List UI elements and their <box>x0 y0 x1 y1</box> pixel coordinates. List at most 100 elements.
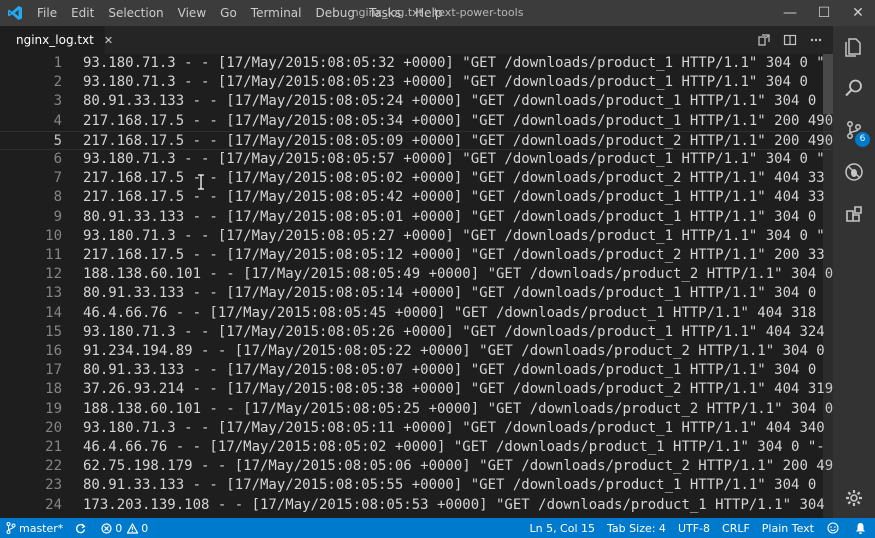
line-text: 217.168.17.5 - - [17/May/2015:08:05:09 +… <box>83 132 833 149</box>
line-text: 46.4.66.76 - - [17/May/2015:08:05:02 +00… <box>83 439 825 455</box>
menu-terminal[interactable]: Terminal <box>244 0 309 26</box>
editor-line[interactable]: 24 173.203.139.108 - - [17/May/2015:08:05… <box>0 496 833 515</box>
bell-icon <box>856 523 865 534</box>
tab-nginx-log[interactable]: nginx_log.txt ✕ <box>0 26 113 54</box>
line-number: 1 <box>53 55 62 71</box>
open-changes-icon[interactable] <box>751 26 777 54</box>
editor-line[interactable]: 12 188.138.60.101 - - [17/May/2015:08:05:… <box>0 265 833 284</box>
editor-line[interactable]: 11 217.168.17.5 - - [17/May/2015:08:05:12… <box>0 246 833 265</box>
line-text: 93.180.71.3 - - [17/May/2015:08:05:27 +0… <box>83 227 825 244</box>
encoding[interactable]: UTF-8 <box>672 518 716 538</box>
line-text: 173.203.139.108 - - [17/May/2015:08:05:5… <box>83 496 825 513</box>
editor-line[interactable]: 17 80.91.33.133 - - [17/May/2015:08:05:07… <box>0 361 833 380</box>
status-bar: master* 0 0 Ln 5, Col 15 Tab Size: 4 UTF… <box>0 518 875 538</box>
branch-indicator[interactable]: master* <box>0 518 69 538</box>
line-number: 22 <box>45 458 62 475</box>
menu-file[interactable]: File <box>30 0 64 26</box>
editor-line[interactable]: 15 93.180.71.3 - - [17/May/2015:08:05:26 … <box>0 323 833 342</box>
vscode-logo-icon <box>0 0 30 26</box>
line-number: 18 <box>45 381 62 398</box>
line-text: 93.180.71.3 - - [17/May/2015:08:05:32 +0… <box>83 55 825 71</box>
editor-actions <box>751 26 829 54</box>
split-editor-icon[interactable] <box>777 26 803 54</box>
editor-line[interactable]: 19 188.138.60.101 - - [17/May/2015:08:05:… <box>0 400 833 419</box>
line-number: 5 <box>53 132 62 149</box>
editor-line[interactable]: 13 80.91.33.133 - - [17/May/2015:08:05:14… <box>0 284 833 303</box>
sync-icon <box>76 523 86 533</box>
menu-tasks[interactable]: Tasks <box>362 0 408 26</box>
menu-selection[interactable]: Selection <box>101 0 170 26</box>
problems-indicator[interactable]: 0 0 <box>95 518 154 538</box>
line-text: 217.168.17.5 - - [17/May/2015:08:05:12 +… <box>83 247 825 263</box>
line-number: 3 <box>53 93 62 110</box>
tab-close-icon[interactable]: ✕ <box>104 34 113 47</box>
close-window-button[interactable]: ✕ <box>841 0 875 26</box>
end-of-line[interactable]: CRLF <box>716 518 756 538</box>
explorer-icon[interactable] <box>833 26 875 66</box>
editor-line[interactable]: 9 80.91.33.133 - - [17/May/2015:08:05:01 … <box>0 208 833 227</box>
editor-line[interactable]: 16 91.234.194.89 - - [17/May/2015:08:05:2… <box>0 342 833 361</box>
editor-line[interactable]: 1 93.180.71.3 - - [17/May/2015:08:05:32 +… <box>0 54 833 73</box>
editor-line[interactable]: 23 80.91.33.133 - - [17/May/2015:08:05:55… <box>0 476 833 495</box>
warning-icon <box>127 522 139 534</box>
line-text: 217.168.17.5 - - [17/May/2015:08:05:02 +… <box>83 170 825 187</box>
editor-line[interactable]: 7 217.168.17.5 - - [17/May/2015:08:05:02 … <box>0 169 833 188</box>
line-text: 62.75.198.179 - - [17/May/2015:08:05:06 … <box>83 458 833 475</box>
editor-line[interactable]: 21 46.4.66.76 - - [17/May/2015:08:05:02 +… <box>0 438 833 457</box>
scm-badge: 6 <box>855 132 870 147</box>
settings-gear-icon[interactable] <box>833 478 875 518</box>
line-number: 6 <box>53 151 62 167</box>
language-mode[interactable]: Plain Text <box>756 518 820 538</box>
sync-button[interactable] <box>69 518 95 538</box>
vertical-scrollbar[interactable] <box>823 54 833 518</box>
editor-line[interactable]: 5 217.168.17.5 - - [17/May/2015:08:05:09 … <box>0 130 833 150</box>
text-editor[interactable]: 1 93.180.71.3 - - [17/May/2015:08:05:32 +… <box>0 54 833 518</box>
search-icon[interactable] <box>833 68 875 108</box>
feedback-button[interactable] <box>820 518 849 538</box>
menu-help[interactable]: Help <box>408 0 449 26</box>
line-number: 21 <box>45 439 62 455</box>
more-actions-icon[interactable] <box>803 26 829 54</box>
warning-count: 0 <box>141 521 149 535</box>
editor-line[interactable]: 14 46.4.66.76 - - [17/May/2015:08:05:45 +… <box>0 304 833 323</box>
editor-line[interactable]: 8 217.168.17.5 - - [17/May/2015:08:05:42 … <box>0 188 833 207</box>
menu-bar: File Edit Selection View Go Terminal Deb… <box>30 0 449 26</box>
menu-edit[interactable]: Edit <box>64 0 101 26</box>
editor-line[interactable]: 10 93.180.71.3 - - [17/May/2015:08:05:27 … <box>0 227 833 246</box>
line-text: 80.91.33.133 - - [17/May/2015:08:05:07 +… <box>83 362 817 379</box>
line-text: 93.180.71.3 - - [17/May/2015:08:05:23 +0… <box>83 74 808 91</box>
tab-size[interactable]: Tab Size: 4 <box>601 518 672 538</box>
editor-line[interactable]: 22 62.75.198.179 - - [17/May/2015:08:05:0… <box>0 457 833 476</box>
menu-go[interactable]: Go <box>213 0 244 26</box>
editor-line[interactable]: 18 37.26.93.214 - - [17/May/2015:08:05:38… <box>0 380 833 399</box>
extensions-icon[interactable] <box>833 194 875 234</box>
line-number: 13 <box>45 285 62 302</box>
debug-icon[interactable] <box>833 152 875 192</box>
editor-line[interactable]: 2 93.180.71.3 - - [17/May/2015:08:05:23 +… <box>0 73 833 92</box>
scrollbar-thumb[interactable] <box>823 54 833 114</box>
editor-line[interactable]: 4 217.168.17.5 - - [17/May/2015:08:05:34 … <box>0 112 833 131</box>
minimize-button[interactable]: — <box>773 0 807 26</box>
line-number: 11 <box>45 247 62 263</box>
line-text: 80.91.33.133 - - [17/May/2015:08:05:14 +… <box>83 285 817 302</box>
line-text: 188.138.60.101 - - [17/May/2015:08:05:49… <box>83 266 833 283</box>
editor-line[interactable]: 20 93.180.71.3 - - [17/May/2015:08:05:11 … <box>0 419 833 438</box>
menu-debug[interactable]: Debug <box>309 0 362 26</box>
text-cursor-icon <box>198 174 204 190</box>
editor-line[interactable]: 6 93.180.71.3 - - [17/May/2015:08:05:57 +… <box>0 150 833 169</box>
source-control-icon[interactable]: 6 <box>833 110 875 150</box>
menu-view[interactable]: View <box>171 0 213 26</box>
line-number: 2 <box>53 74 62 91</box>
cursor-position[interactable]: Ln 5, Col 15 <box>523 518 601 538</box>
line-number: 20 <box>45 419 62 436</box>
line-text: 46.4.66.76 - - [17/May/2015:08:05:45 +00… <box>83 304 817 321</box>
line-number: 17 <box>45 362 62 379</box>
maximize-button[interactable]: ☐ <box>807 0 841 26</box>
branch-name: master* <box>19 521 64 535</box>
line-number: 15 <box>45 323 62 340</box>
line-text: 93.180.71.3 - - [17/May/2015:08:05:11 +0… <box>83 419 825 436</box>
editor-line[interactable]: 3 80.91.33.133 - - [17/May/2015:08:05:24 … <box>0 92 833 111</box>
notifications-button[interactable] <box>849 518 875 538</box>
git-branch-icon <box>6 522 16 534</box>
line-number: 8 <box>53 189 62 206</box>
